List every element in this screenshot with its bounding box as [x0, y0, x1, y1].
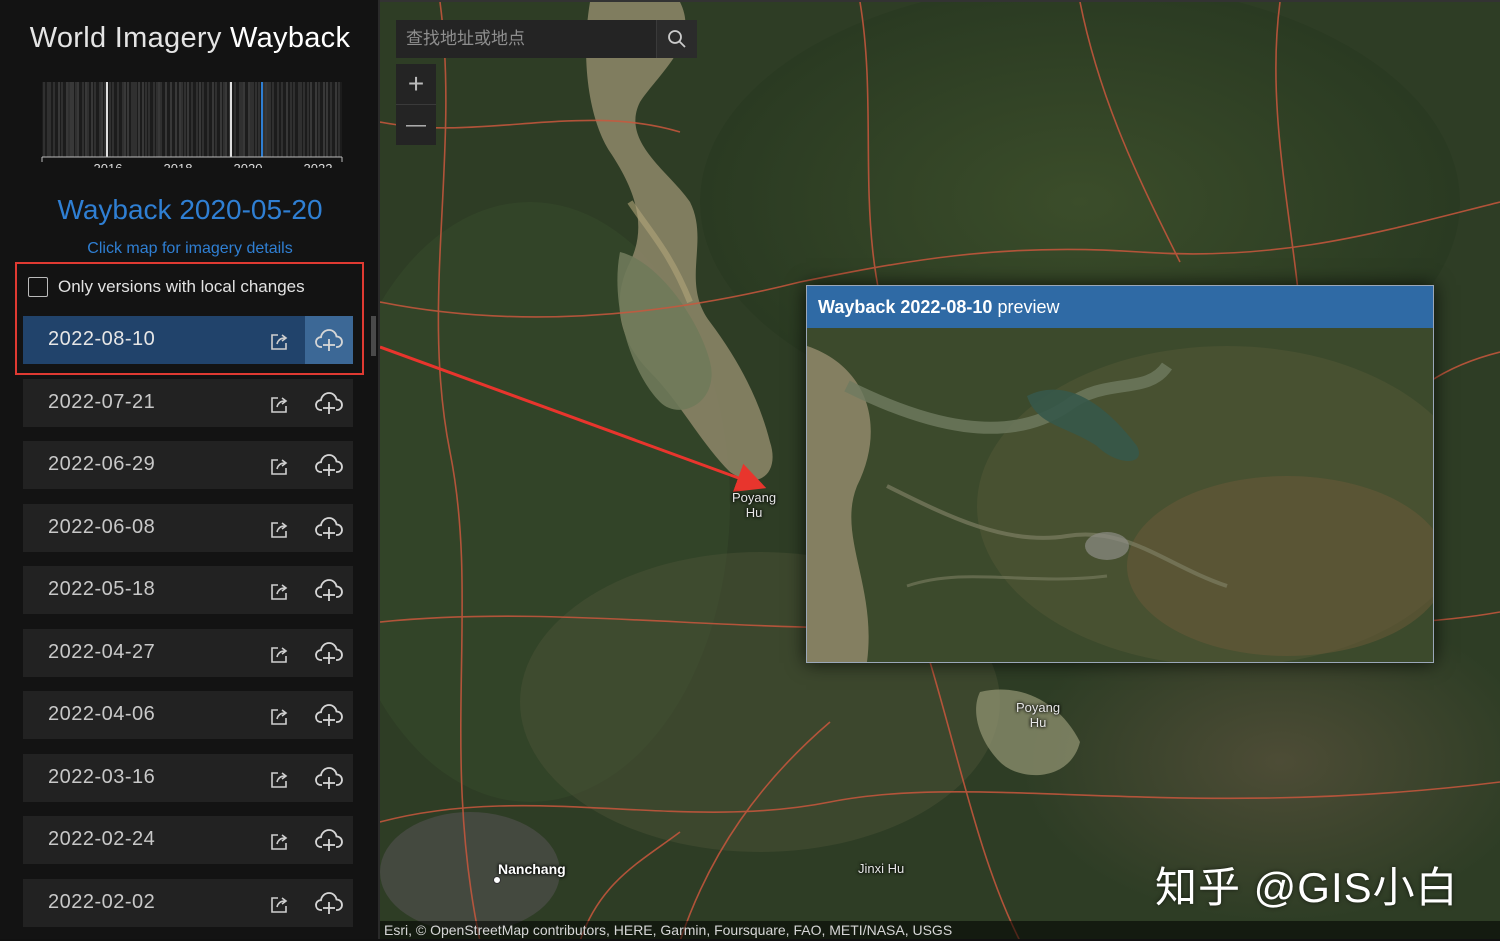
map-label-nanchang: Nanchang	[498, 861, 566, 877]
release-item[interactable]: 2022-07-21	[23, 378, 353, 427]
zoom-out-button[interactable]: —	[396, 104, 436, 145]
release-date: 2022-03-16	[48, 765, 156, 788]
preview-title: Wayback 2022-08-10 preview	[818, 297, 1059, 318]
open-in-new-icon[interactable]	[269, 582, 289, 602]
open-in-new-icon[interactable]	[269, 520, 289, 540]
release-item[interactable]: 2022-04-06	[23, 691, 353, 739]
release-item[interactable]: 2022-06-29	[23, 441, 353, 489]
open-in-new-icon[interactable]	[269, 457, 289, 477]
release-item[interactable]: 2022-06-08	[23, 503, 353, 552]
preview-imagery	[807, 286, 1433, 662]
local-changes-filter[interactable]: Only versions with local changes	[24, 270, 354, 304]
release-date: 2022-02-02	[48, 890, 156, 913]
local-changes-checkbox[interactable]	[28, 277, 48, 297]
local-changes-label[interactable]: Only versions with local changes	[58, 277, 305, 297]
map-label-jinxi: Jinxi Hu	[858, 861, 905, 876]
preview-popup: Wayback 2022-08-10 preview	[806, 285, 1434, 663]
add-to-download-icon[interactable]	[305, 316, 353, 364]
add-to-download-icon[interactable]	[305, 504, 353, 552]
watermark: 知乎 @GIS小白	[1155, 864, 1459, 911]
map-label-poyang-upper: Poyang Hu	[732, 490, 777, 520]
release-date: 2022-04-27	[48, 640, 156, 663]
preview-header: Wayback 2022-08-10 preview	[807, 286, 1433, 328]
add-to-download-icon[interactable]	[305, 441, 353, 489]
release-date: 2022-06-08	[48, 515, 156, 538]
map-attribution[interactable]: Esri, © OpenStreetMap contributors, HERE…	[380, 921, 1500, 939]
plus-icon: +	[407, 68, 425, 99]
open-in-new-icon[interactable]	[269, 832, 289, 852]
release-date: 2022-02-24	[48, 828, 156, 850]
add-to-download-icon[interactable]	[305, 566, 353, 614]
release-item[interactable]: 2022-02-02	[23, 878, 353, 927]
release-date: 2022-08-10	[48, 328, 156, 350]
add-to-download-icon[interactable]	[305, 754, 353, 802]
open-in-new-icon[interactable]	[269, 332, 289, 352]
app-title: World Imagery Wayback	[0, 22, 380, 55]
map-label-poyang-lower: Poyang Hu	[1016, 700, 1061, 730]
add-to-download-icon[interactable]	[305, 629, 353, 677]
sidebar: World Imagery Wayback 2016 2018 2020 202…	[0, 0, 380, 939]
release-item[interactable]: 2022-02-24	[23, 816, 353, 864]
timeline-year-2018: 2018	[164, 161, 193, 168]
release-item[interactable]: 2022-04-27	[23, 628, 353, 677]
app-title-bold: Wayback	[230, 22, 351, 54]
minus-icon: —	[406, 114, 426, 136]
app-title-light: World Imagery	[29, 22, 222, 54]
timeline-year-2020: 2020	[234, 161, 263, 168]
open-in-new-icon[interactable]	[269, 645, 289, 665]
release-date: 2022-04-06	[48, 703, 156, 725]
open-in-new-icon[interactable]	[269, 395, 289, 415]
preview-title-version: Wayback 2022-08-10	[818, 296, 993, 317]
release-item[interactable]: 2022-05-18	[23, 566, 353, 614]
open-in-new-icon[interactable]	[269, 770, 289, 790]
click-map-hint: Click map for imagery details	[87, 240, 293, 257]
zoom-in-button[interactable]: +	[396, 64, 436, 104]
release-date: 2022-06-29	[48, 453, 156, 475]
release-list: 2022-08-10 2022-07-21 2022-06-29 2022-06-08…	[23, 316, 353, 941]
open-in-new-icon[interactable]	[269, 707, 289, 727]
release-date: 2022-07-21	[48, 390, 156, 413]
release-item[interactable]: 2022-03-16	[23, 753, 353, 802]
preview-title-suffix: preview	[992, 296, 1060, 317]
open-in-new-icon[interactable]	[269, 895, 289, 915]
search-button[interactable]	[656, 20, 697, 58]
add-to-download-icon[interactable]	[305, 879, 353, 927]
add-to-download-icon[interactable]	[305, 816, 353, 864]
release-date: 2022-05-18	[48, 578, 156, 600]
selected-version-title: Wayback 2020-05-20	[57, 194, 323, 225]
release-item[interactable]: 2022-08-10	[23, 316, 353, 364]
release-timeline[interactable]: 2016 2018 2020 2022	[38, 78, 344, 168]
map-view[interactable]: + — Poyang Hu Poyang Hu Nanchang Jinxi H…	[380, 0, 1500, 939]
search-icon	[668, 30, 686, 48]
add-to-download-icon[interactable]	[305, 379, 353, 427]
search-input[interactable]	[396, 20, 656, 58]
add-to-download-icon[interactable]	[305, 691, 353, 739]
timeline-year-2016: 2016	[94, 161, 123, 168]
timeline-year-2022: 2022	[304, 161, 333, 168]
release-list-scrollbar[interactable]	[371, 316, 376, 356]
nanchang-marker	[493, 876, 501, 884]
